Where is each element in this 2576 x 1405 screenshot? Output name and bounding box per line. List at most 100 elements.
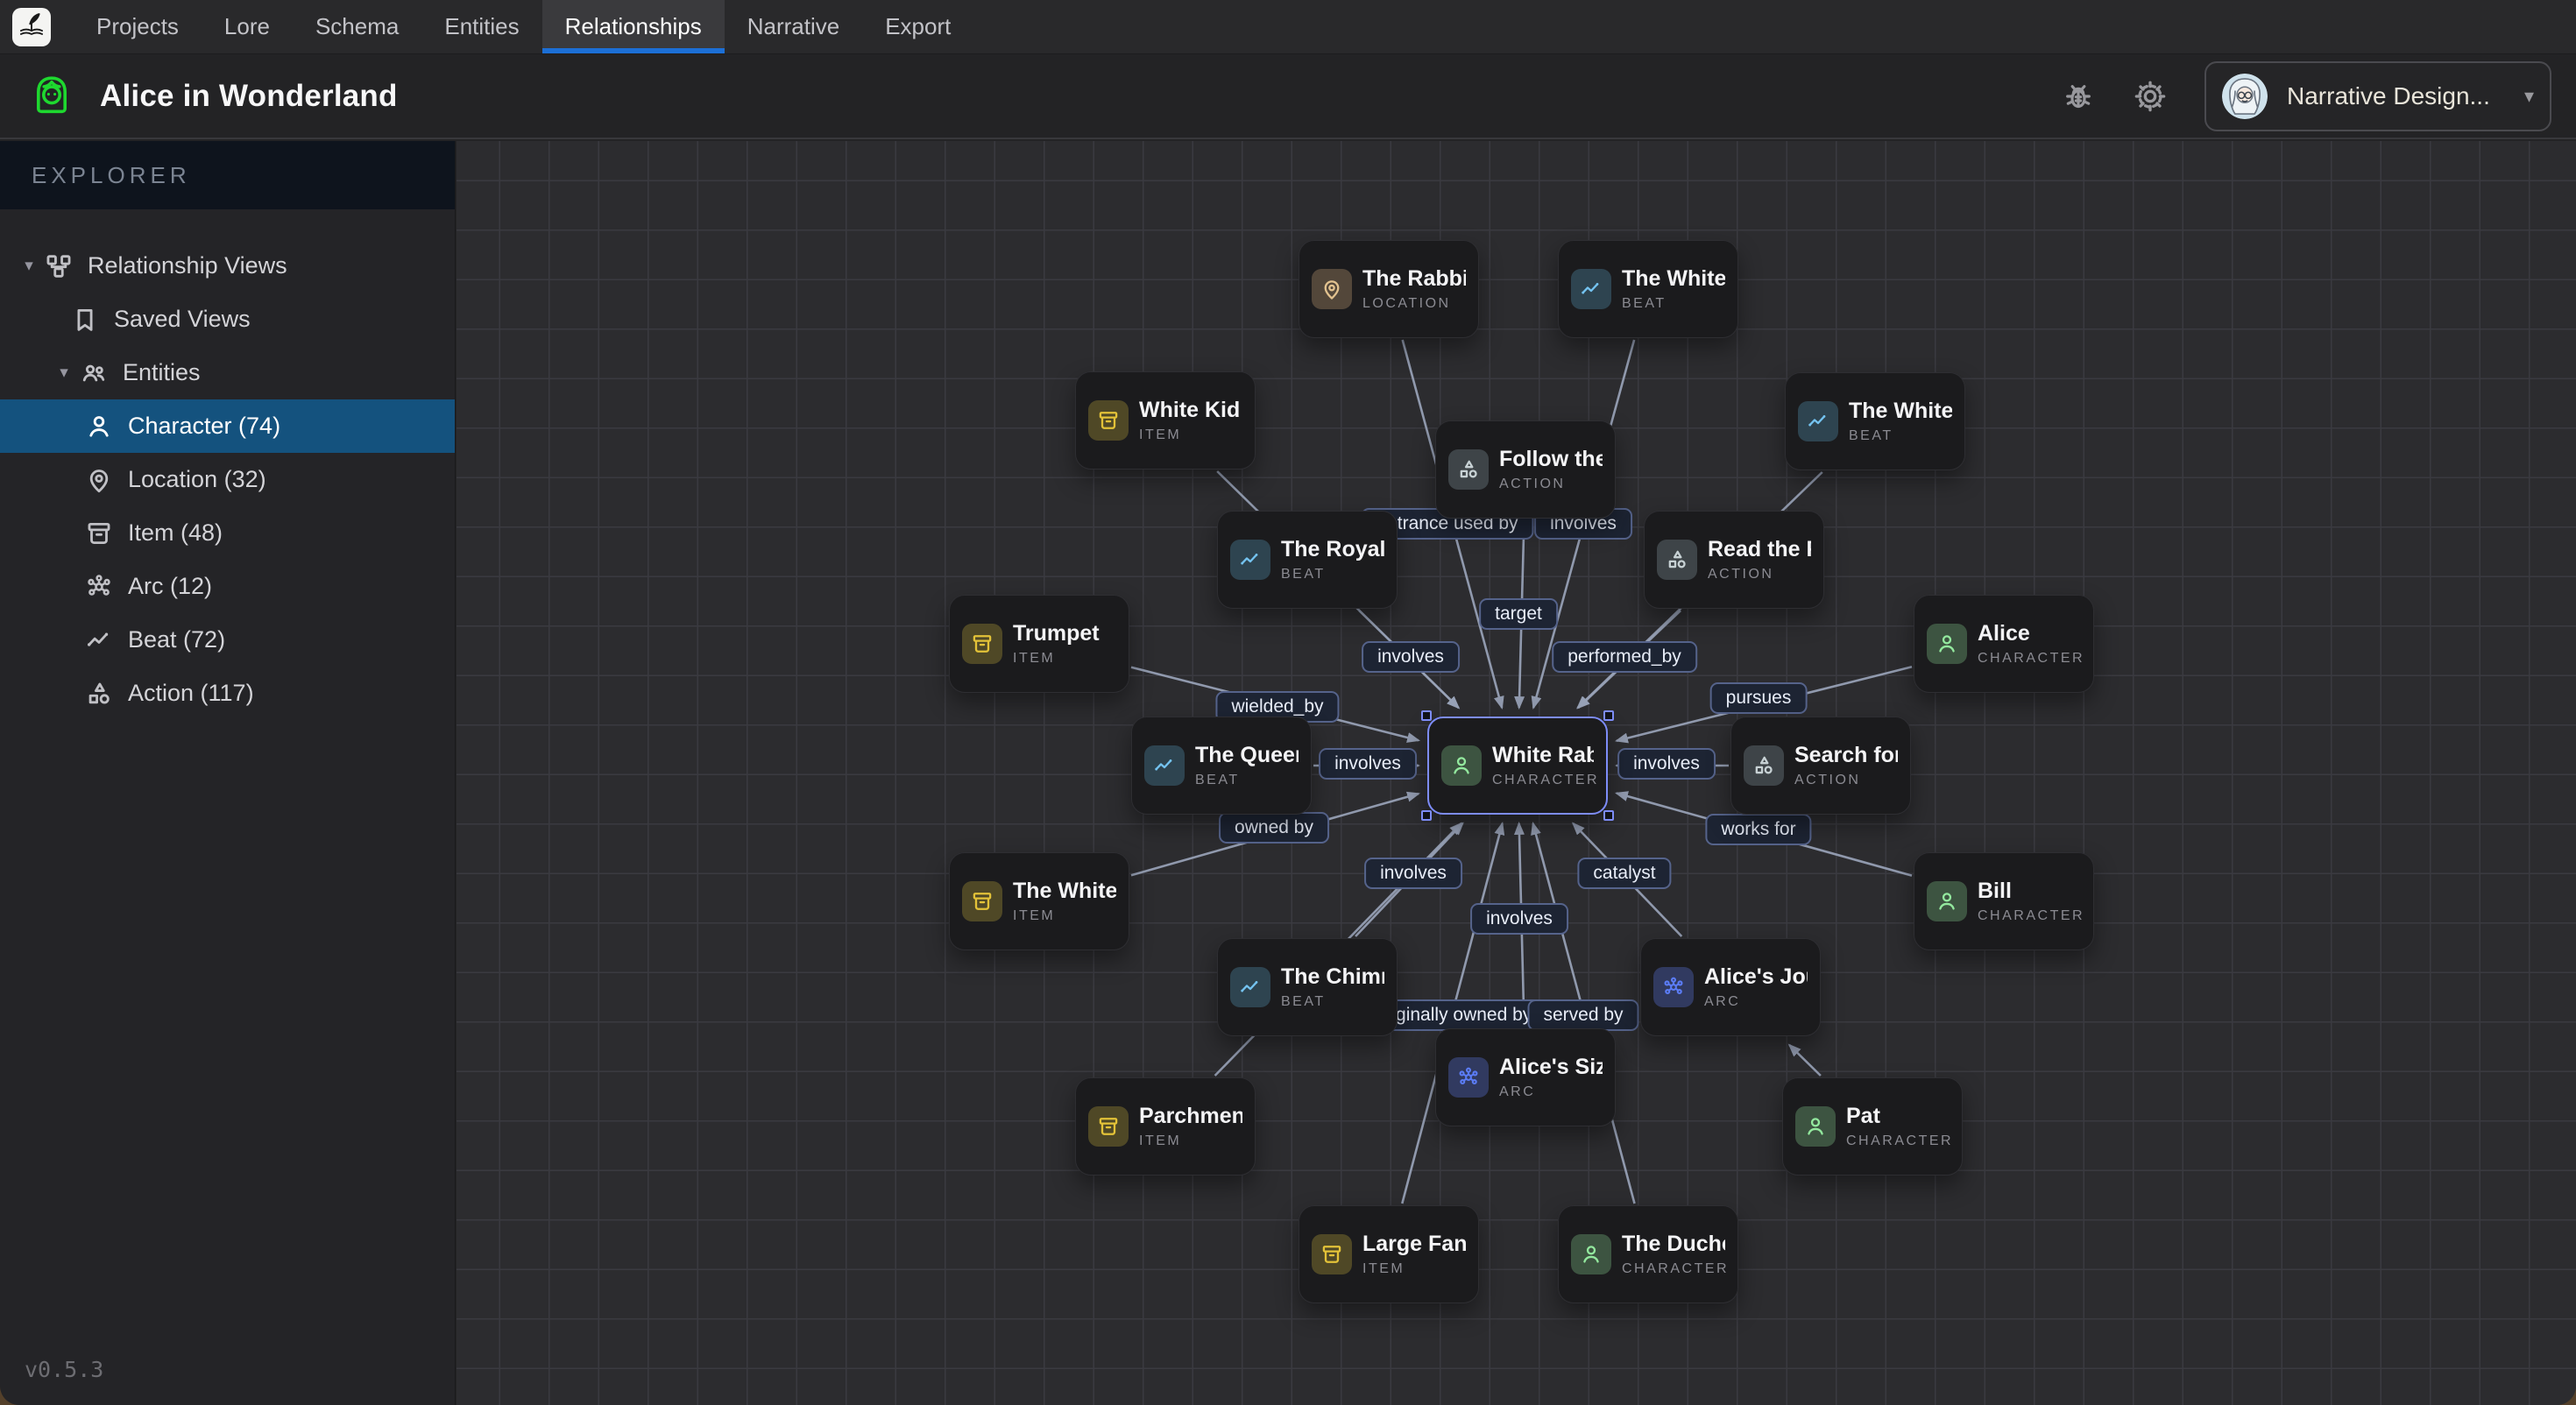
sidebar-item-label: Entities xyxy=(123,359,201,386)
header-actions: Narrative Design... ▾ xyxy=(2061,54,2551,138)
node-title: Bill xyxy=(1978,879,2081,904)
shapes-icon xyxy=(1744,745,1784,786)
graph-node-wr-item[interactable]: The White Rab... ITEM xyxy=(949,852,1129,950)
shapes-icon xyxy=(84,679,114,709)
sidebar-item-label: Item (48) xyxy=(128,519,223,547)
node-type: BEAT xyxy=(1622,296,1725,312)
node-title: Follow the Whi... xyxy=(1499,447,1603,472)
pin-icon xyxy=(1312,269,1352,309)
app-logo[interactable] xyxy=(12,8,51,46)
person-icon xyxy=(84,412,114,441)
sidebar-item-arc-12[interactable]: Arc (12) xyxy=(0,560,455,613)
explorer-tree: ▾Relationship Views Saved Views ▾ Entities C… xyxy=(0,209,455,720)
nav-tab-narrative[interactable]: Narrative xyxy=(725,0,862,53)
graph-node-alice[interactable]: AliceCHARACTER xyxy=(1914,595,2094,693)
selection-handle[interactable] xyxy=(1421,710,1432,721)
trend-icon xyxy=(1571,269,1611,309)
workspace-dropdown[interactable]: Narrative Design... ▾ xyxy=(2204,61,2551,131)
node-title: The Rabbit Hole xyxy=(1362,266,1466,292)
sidebar-item-label: Saved Views xyxy=(114,306,251,333)
shapes-icon xyxy=(1657,540,1697,580)
caret-down-icon[interactable]: ▾ xyxy=(14,256,44,276)
trend-icon xyxy=(1230,967,1270,1007)
trend-icon xyxy=(1230,540,1270,580)
nav-tab-lore[interactable]: Lore xyxy=(202,0,293,53)
node-title: The White Rab... xyxy=(1622,266,1725,292)
node-title: Pat xyxy=(1846,1104,1950,1129)
graph-node-parchment[interactable]: Parchment Scr...ITEM xyxy=(1075,1077,1256,1176)
nav-tab-schema[interactable]: Schema xyxy=(293,0,421,53)
selection-handle[interactable] xyxy=(1421,810,1432,821)
nav-tab-relationships[interactable]: Relationships xyxy=(542,0,725,53)
sidebar-item-relationship-views[interactable]: ▾Relationship Views xyxy=(0,239,455,293)
sidebar-item-beat-72[interactable]: Beat (72) xyxy=(0,613,455,667)
node-title: Trumpet xyxy=(1013,621,1100,646)
node-type: CHARACTER xyxy=(1846,1133,1950,1149)
app-version: v0.5.3 xyxy=(25,1357,103,1382)
graph-node-queens-croquet[interactable]: The Queen's C... BEAT xyxy=(1131,717,1312,815)
node-type: ITEM xyxy=(1013,908,1116,924)
graph-node-white-kid-gloves[interactable]: White Kid Glov...ITEM xyxy=(1075,371,1256,470)
graph-node-wr-beat-top[interactable]: The White Rab... BEAT xyxy=(1558,240,1738,338)
trend-icon xyxy=(1144,745,1185,786)
graph-canvas[interactable]: entrance used byinvolvestargetinvolvespe… xyxy=(456,141,2576,1405)
nav-tab-export[interactable]: Export xyxy=(862,0,973,53)
graph-node-wr-beat-right[interactable]: The White Rab...BEAT xyxy=(1785,372,1965,470)
node-title: The White Rab... xyxy=(1013,879,1116,904)
quill-book-logo-icon xyxy=(15,9,48,46)
graph-node-trumpet[interactable]: TrumpetITEM xyxy=(949,595,1129,693)
sidebar-item-action-117[interactable]: Action (117) xyxy=(0,667,455,720)
app-window: ProjectsLoreSchemaEntitiesRelationshipsN… xyxy=(0,0,2576,1405)
graph-node-chimney[interactable]: The Chimney I...BEAT xyxy=(1217,938,1398,1036)
node-title: Parchment Scr... xyxy=(1139,1104,1242,1129)
top-nav: ProjectsLoreSchemaEntitiesRelationshipsN… xyxy=(0,0,2576,54)
nav-items: ProjectsLoreSchemaEntitiesRelationshipsN… xyxy=(74,0,973,53)
settings-gear-icon[interactable] xyxy=(2133,79,2168,114)
sidebar-item-character-74[interactable]: Character (74) xyxy=(0,399,455,453)
graph-node-bill[interactable]: BillCHARACTER xyxy=(1914,852,2094,950)
node-type: ARC xyxy=(1499,1084,1603,1100)
graph-node-duchess[interactable]: The DuchessCHARACTER xyxy=(1558,1205,1738,1303)
box-icon xyxy=(962,624,1002,664)
page-title: Alice in Wonderland xyxy=(100,79,398,114)
graph-node-alices-journey[interactable]: Alice's Journe...ARC xyxy=(1640,938,1821,1036)
bookmark-icon xyxy=(70,305,100,335)
caret-down-icon[interactable]: ▾ xyxy=(49,363,79,383)
graph-node-follow-the-white[interactable]: Follow the Whi...ACTION xyxy=(1435,420,1616,519)
bug-icon[interactable] xyxy=(2061,79,2096,114)
selection-handle[interactable] xyxy=(1603,710,1614,721)
workspace-label: Narrative Design... xyxy=(2287,82,2490,110)
graph-node-white-rabbit[interactable]: White RabbitCHARACTER xyxy=(1427,717,1608,815)
graph-node-royal-procession[interactable]: The Royal Proc...BEAT xyxy=(1217,511,1398,609)
nodes-layer: The Rabbit HoleLOCATION The White Rab... B… xyxy=(456,141,2576,1405)
nav-tab-entities[interactable]: Entities xyxy=(421,0,541,53)
sidebar-item-label: Arc (12) xyxy=(128,573,212,600)
project-header: Alice in Wonderland xyxy=(0,54,2576,139)
graph-node-pat[interactable]: Pat CHARACTER xyxy=(1782,1077,1963,1176)
graph-node-rabbit-hole[interactable]: The Rabbit HoleLOCATION xyxy=(1299,240,1479,338)
sidebar-item-location-32[interactable]: Location (32) xyxy=(0,453,455,506)
node-title: Alice's Journe... xyxy=(1704,964,1808,990)
node-title: Large Fan xyxy=(1362,1232,1466,1257)
nav-tab-projects[interactable]: Projects xyxy=(74,0,202,53)
sidebar-item-saved-views[interactable]: Saved Views xyxy=(0,293,455,346)
sidebar-item-label: Location (32) xyxy=(128,466,266,493)
node-type: BEAT xyxy=(1281,994,1384,1010)
selection-handle[interactable] xyxy=(1603,810,1614,821)
sidebar-item-label: Action (117) xyxy=(128,680,254,707)
user-avatar xyxy=(2222,74,2268,119)
node-type: BEAT xyxy=(1195,773,1299,788)
node-title: The Queen's C... xyxy=(1195,743,1299,768)
graph-node-alices-size[interactable]: Alice's Size Cri... ARC xyxy=(1435,1028,1616,1126)
person-icon xyxy=(1795,1106,1836,1147)
node-title: Alice's Size Cri... xyxy=(1499,1055,1603,1080)
box-icon xyxy=(1088,1106,1129,1147)
sidebar-item-item-48[interactable]: Item (48) xyxy=(0,506,455,560)
graph-node-large-fan[interactable]: Large FanITEM xyxy=(1299,1205,1479,1303)
graph-node-read-the-form[interactable]: Read the Form...ACTION xyxy=(1644,511,1824,609)
sidebar-item-entities[interactable]: ▾ Entities xyxy=(0,346,455,399)
explorer-title: EXPLORER xyxy=(32,162,191,189)
shapes-icon xyxy=(1448,449,1489,490)
graph-node-search-for-fan[interactable]: Search for Fan...ACTION xyxy=(1730,717,1911,815)
person-icon xyxy=(1927,881,1967,921)
